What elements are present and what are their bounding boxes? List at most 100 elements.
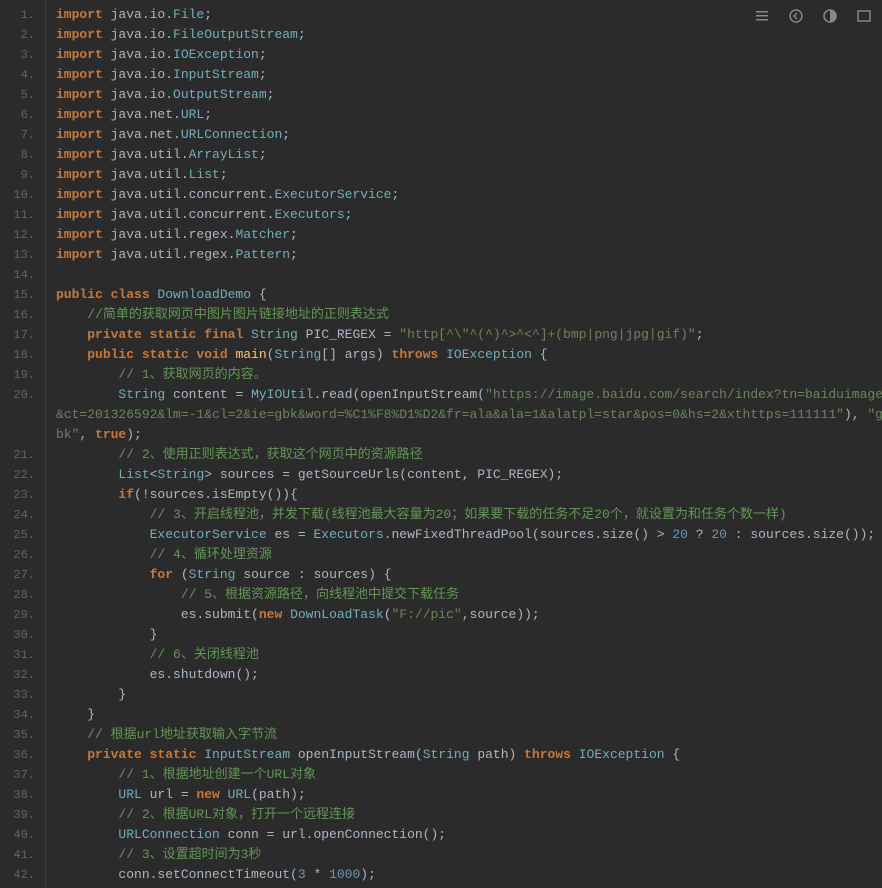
code-line[interactable]: URLConnection conn = url.openConnection(… xyxy=(56,825,882,845)
code-line[interactable]: private static final String PIC_REGEX = … xyxy=(56,325,882,345)
token-cls: Pattern xyxy=(235,247,290,262)
token-kw: import xyxy=(56,187,111,202)
token-throws: throws xyxy=(392,347,447,362)
code-line[interactable]: import java.net.URLConnection; xyxy=(56,125,882,145)
back-icon[interactable] xyxy=(788,8,804,28)
code-line[interactable]: // 5、根据资源路径，向线程池中提交下载任务 xyxy=(56,585,882,605)
token-kw: import xyxy=(56,227,111,242)
code-line[interactable]: // 2、使用正则表达式，获取这个网页中的资源路径 xyxy=(56,445,882,465)
code-line[interactable]: import java.io.IOException; xyxy=(56,45,882,65)
contrast-icon[interactable] xyxy=(822,8,838,28)
token-cmt-cn: // 1、获取网页的内容。 xyxy=(118,367,266,382)
code-line[interactable]: public static void main(String[] args) t… xyxy=(56,345,882,365)
token-kw: import xyxy=(56,207,111,222)
code-line[interactable] xyxy=(56,265,882,285)
code-line[interactable]: import java.io.FileOutputStream; xyxy=(56,25,882,45)
fullscreen-icon[interactable] xyxy=(856,8,872,28)
token-pkg: java.net. xyxy=(111,107,181,122)
line-number: 25. xyxy=(0,525,45,545)
code-line[interactable]: import java.io.OutputStream; xyxy=(56,85,882,105)
code-line[interactable]: import java.io.InputStream; xyxy=(56,65,882,85)
line-number: 34. xyxy=(0,705,45,725)
line-number: 40. xyxy=(0,825,45,845)
token-num: 20 xyxy=(672,527,688,542)
token-cls: Executors xyxy=(274,207,344,222)
token-var: .newFixedThreadPool(sources.size() > xyxy=(384,527,673,542)
code-line[interactable]: // 1、根据地址创建一个URL对象 xyxy=(56,765,882,785)
code-line[interactable]: private static InputStream openInputStre… xyxy=(56,745,882,765)
list-icon[interactable] xyxy=(754,8,770,28)
code-line[interactable]: // 6、关闭线程池 xyxy=(56,645,882,665)
token-str: &ct=201326592&lm=-1&cl=2&ie=gbk&word=%C1… xyxy=(56,407,844,422)
code-line[interactable]: // 3、设置超时间为3秒 xyxy=(56,845,882,865)
token-var: es.shutdown(); xyxy=(150,667,259,682)
token-cls: String xyxy=(118,387,165,402)
code-line[interactable]: import java.util.regex.Matcher; xyxy=(56,225,882,245)
editor-toolbar xyxy=(754,8,872,28)
code-line[interactable]: } xyxy=(56,685,882,705)
code-line[interactable]: //简单的获取网页中图片图片链接地址的正则表达式 xyxy=(56,305,882,325)
token-var: ), xyxy=(844,407,867,422)
token-cmt-cn: // 3、设置超时间为3秒 xyxy=(118,847,261,862)
code-line[interactable]: // 2、根据URL对象，打开一个远程连接 xyxy=(56,805,882,825)
token-var: content = xyxy=(165,387,251,402)
token-kw: if xyxy=(118,487,134,502)
token-punct: ; xyxy=(259,67,267,82)
code-line[interactable]: import java.util.concurrent.ExecutorServ… xyxy=(56,185,882,205)
code-area[interactable]: import java.io.File;import java.io.FileO… xyxy=(46,0,882,888)
code-line[interactable]: List<String> sources = getSourceUrls(con… xyxy=(56,465,882,485)
token-cls: Executors xyxy=(313,527,383,542)
code-line[interactable]: import java.util.List; xyxy=(56,165,882,185)
code-line[interactable]: } xyxy=(56,705,882,725)
code-line[interactable]: bk", true); xyxy=(56,425,882,445)
line-number: 29. xyxy=(0,605,45,625)
token-cls: String xyxy=(423,747,470,762)
token-cls: IOException xyxy=(579,747,665,762)
token-punct: ); xyxy=(126,427,142,442)
token-cls: InputStream xyxy=(204,747,290,762)
code-line[interactable]: public class DownloadDemo { xyxy=(56,285,882,305)
code-line[interactable]: import java.util.ArrayList; xyxy=(56,145,882,165)
token-kw: import xyxy=(56,167,111,182)
token-new: new xyxy=(259,607,290,622)
code-line[interactable]: // 3、开启线程池，并发下载(线程池最大容量为20；如果要下载的任务不足20个… xyxy=(56,505,882,525)
token-cls: IOException xyxy=(446,347,532,362)
line-number: 27. xyxy=(0,565,45,585)
token-cls: ExecutorService xyxy=(150,527,267,542)
code-line[interactable]: for (String source : sources) { xyxy=(56,565,882,585)
code-line[interactable]: String content = MyIOUtil.read(openInput… xyxy=(56,385,882,405)
line-number: 8. xyxy=(0,145,45,165)
code-line[interactable]: &ct=201326592&lm=-1&cl=2&ie=gbk&word=%C1… xyxy=(56,405,882,425)
line-number: 1. xyxy=(0,5,45,25)
code-line[interactable]: es.shutdown(); xyxy=(56,665,882,685)
token-cmt-cn: // 3、开启线程池，并发下载(线程池最大容量为20；如果要下载的任务不足20个… xyxy=(150,507,787,522)
code-line[interactable]: conn.setConnectTimeout(3 * 1000); xyxy=(56,865,882,885)
code-line[interactable]: import java.util.concurrent.Executors; xyxy=(56,205,882,225)
code-line[interactable]: URL url = new URL(path); xyxy=(56,785,882,805)
token-fn: main xyxy=(235,347,266,362)
code-line[interactable]: import java.net.URL; xyxy=(56,105,882,125)
token-var: openInputStream( xyxy=(290,747,423,762)
code-line[interactable]: import java.util.regex.Pattern; xyxy=(56,245,882,265)
code-line[interactable]: // 4、循环处理资源 xyxy=(56,545,882,565)
line-number: 13. xyxy=(0,245,45,265)
token-punct: ; xyxy=(391,187,399,202)
code-line[interactable]: es.submit(new DownLoadTask("F://pic",sou… xyxy=(56,605,882,625)
token-punct: ( xyxy=(384,607,392,622)
code-line[interactable]: if(!sources.isEmpty()){ xyxy=(56,485,882,505)
line-number: 2. xyxy=(0,25,45,45)
line-number: 31. xyxy=(0,645,45,665)
token-kw: private static final xyxy=(87,327,251,342)
code-line[interactable]: // 根据url地址获取输入字节流 xyxy=(56,725,882,745)
token-cmt-cn: // 2、使用正则表达式，获取这个网页中的资源路径 xyxy=(118,447,422,462)
code-editor[interactable]: 1.2.3.4.5.6.7.8.9.10.11.12.13.14.15.16.1… xyxy=(0,0,882,888)
token-cls: URLConnection xyxy=(181,127,282,142)
code-line[interactable]: } xyxy=(56,625,882,645)
token-cls: List xyxy=(118,467,149,482)
token-cmt-cn: // 根据url地址获取输入字节流 xyxy=(87,727,277,742)
token-kw: import xyxy=(56,7,111,22)
token-punct: ; xyxy=(290,247,298,262)
code-line[interactable]: // 1、获取网页的内容。 xyxy=(56,365,882,385)
code-line[interactable]: ExecutorService es = Executors.newFixedT… xyxy=(56,525,882,545)
token-num: 20 xyxy=(711,527,727,542)
